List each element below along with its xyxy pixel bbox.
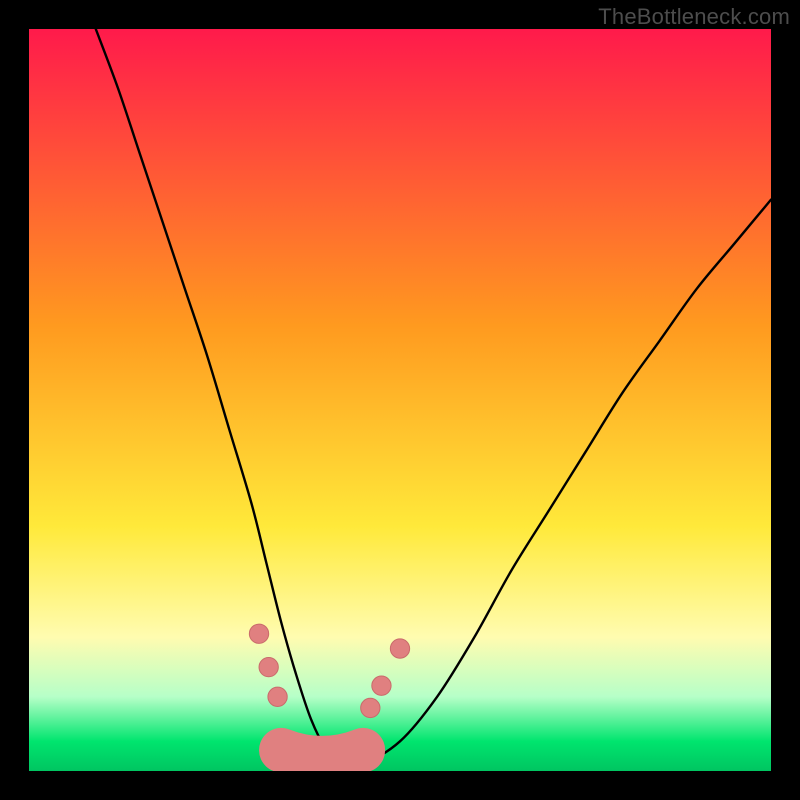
chart-frame: TheBottleneck.com xyxy=(0,0,800,800)
plot-area xyxy=(29,29,771,771)
background-gradient xyxy=(29,29,771,771)
watermark-text: TheBottleneck.com xyxy=(598,4,790,30)
